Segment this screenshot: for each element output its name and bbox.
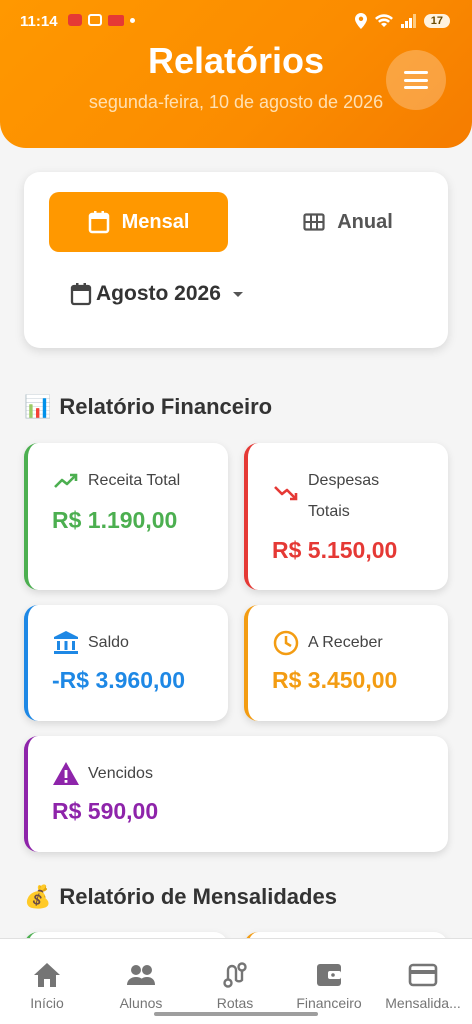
receita-total-card[interactable]: Receita Total R$ 1.190,00 bbox=[24, 443, 228, 590]
video-notification-icon bbox=[108, 14, 124, 26]
a-receber-card[interactable]: A Receber R$ 3.450,00 bbox=[244, 605, 448, 721]
receita-total-value: R$ 1.190,00 bbox=[52, 507, 178, 533]
calendar-icon bbox=[70, 283, 92, 306]
vencidos-label: Vencidos bbox=[88, 765, 153, 782]
nav-mensalidades[interactable]: Mensalida... bbox=[376, 939, 470, 1024]
status-bar: 11:14 17 bbox=[0, 0, 472, 44]
mensalidades-section-title: 💰 Relatório de Mensalidades bbox=[24, 884, 337, 910]
money-bag-icon: 💰 bbox=[24, 884, 52, 909]
home-icon bbox=[34, 963, 60, 987]
financial-section-label: Relatório Financeiro bbox=[59, 394, 273, 419]
wifi-icon bbox=[374, 14, 393, 27]
grid-calendar-icon bbox=[303, 213, 325, 231]
a-receber-value: R$ 3.450,00 bbox=[272, 667, 398, 693]
anual-toggle-button[interactable]: Anual bbox=[268, 192, 428, 252]
selected-month: Agosto 2026 bbox=[96, 282, 221, 305]
a-receber-label: A Receber bbox=[308, 634, 383, 651]
despesas-totais-card[interactable]: Despesas Totais R$ 5.150,00 bbox=[244, 443, 448, 590]
notification-icons bbox=[68, 14, 135, 26]
despesas-label-line1: Despesas bbox=[308, 472, 380, 489]
nav-alunos-label: Alunos bbox=[119, 995, 163, 1011]
despesas-totais-label: Despesas Totais bbox=[308, 465, 379, 527]
financial-section-title: 📊 Relatório Financeiro bbox=[24, 394, 272, 420]
menu-button[interactable] bbox=[386, 50, 446, 110]
calendar-icon bbox=[88, 211, 109, 234]
nav-inicio-label: Início bbox=[30, 995, 64, 1011]
vencidos-card[interactable]: Vencidos R$ 590,00 bbox=[24, 736, 448, 852]
saldo-value: -R$ 3.960,00 bbox=[52, 667, 185, 693]
credit-card-icon bbox=[408, 963, 438, 987]
vencidos-value: R$ 590,00 bbox=[52, 798, 159, 824]
notification-icon bbox=[88, 14, 102, 26]
bar-chart-icon: 📊 bbox=[24, 394, 52, 419]
chevron-down-icon bbox=[232, 291, 243, 297]
warning-icon bbox=[53, 762, 79, 785]
nav-inicio[interactable]: Início bbox=[0, 939, 94, 1024]
people-icon bbox=[127, 965, 155, 985]
saldo-label: Saldo bbox=[88, 634, 129, 651]
header: 11:14 17 Relatórios segunda-feira, 10 de… bbox=[0, 0, 472, 148]
bank-icon bbox=[54, 631, 78, 654]
location-icon bbox=[354, 13, 367, 29]
period-selector-card: Mensal Anual Agosto 2026 bbox=[24, 172, 448, 348]
signal-icon bbox=[400, 14, 416, 28]
mensal-label: Mensal bbox=[121, 210, 190, 233]
home-indicator[interactable] bbox=[154, 1012, 318, 1016]
wallet-icon bbox=[317, 964, 341, 986]
receita-total-label: Receita Total bbox=[88, 472, 181, 489]
despesas-totais-value: R$ 5.150,00 bbox=[272, 537, 398, 563]
saldo-card[interactable]: Saldo -R$ 3.960,00 bbox=[24, 605, 228, 721]
trending-up-icon bbox=[54, 473, 78, 488]
mensal-toggle-button[interactable]: Mensal bbox=[49, 192, 228, 252]
hamburger-icon bbox=[404, 71, 428, 89]
nav-mensalidades-label: Mensalida... bbox=[385, 995, 461, 1011]
more-notifications-icon bbox=[130, 17, 135, 23]
route-icon bbox=[223, 962, 247, 988]
status-time: 11:14 bbox=[20, 13, 58, 30]
despesas-label-line2: Totais bbox=[308, 503, 350, 520]
mensalidades-section-label: Relatório de Mensalidades bbox=[59, 884, 337, 909]
anual-label: Anual bbox=[337, 210, 393, 233]
battery-indicator: 17 bbox=[423, 14, 450, 28]
trending-down-icon bbox=[274, 486, 298, 501]
nav-rotas-label: Rotas bbox=[216, 995, 254, 1011]
nav-financeiro-label: Financeiro bbox=[296, 995, 362, 1011]
clock-icon bbox=[273, 630, 299, 656]
month-dropdown[interactable]: Agosto 2026 bbox=[70, 282, 243, 306]
system-icons: 17 bbox=[354, 13, 450, 29]
app-notification-icon bbox=[68, 14, 82, 26]
